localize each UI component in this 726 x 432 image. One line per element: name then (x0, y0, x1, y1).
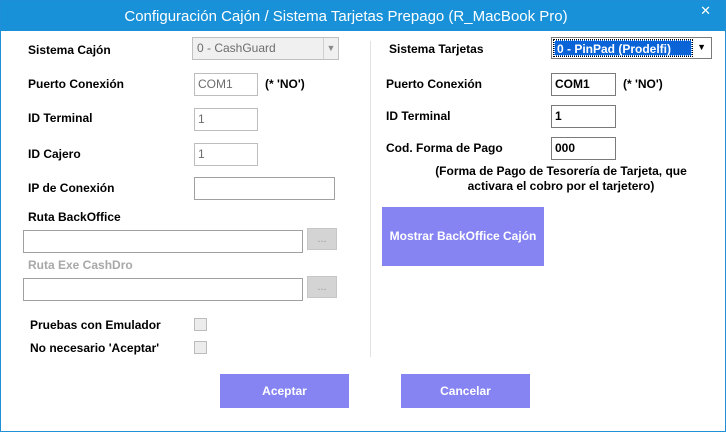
ip-conexion-label: IP de Conexión (28, 181, 115, 195)
ruta-exe-input[interactable] (23, 278, 303, 301)
forma-pago-label: Cod. Forma de Pago (386, 141, 503, 155)
id-terminal-tarjetas-input[interactable]: 1 (551, 105, 616, 128)
sistema-cajon-value: 0 - CashGuard (197, 41, 276, 55)
forma-pago-input[interactable]: 000 (551, 137, 616, 160)
puerto-conexion-tarjetas-label: Puerto Conexión (386, 77, 483, 91)
column-divider (370, 41, 371, 357)
sistema-tarjetas-select[interactable]: 0 - PinPad (Prodelfi) ▼ (551, 37, 712, 59)
config-window: Configuración Cajón / Sistema Tarjetas P… (0, 0, 726, 432)
ruta-backoffice-label: Ruta BackOffice (28, 210, 121, 224)
title-bar: Configuración Cajón / Sistema Tarjetas P… (1, 1, 725, 31)
close-icon[interactable]: ✕ (700, 1, 711, 21)
sistema-cajon-select[interactable]: 0 - CashGuard ▼ (192, 37, 339, 60)
forma-pago-note: (Forma de Pago de Tesorería de Tarjeta, … (421, 164, 701, 194)
forma-pago-note-line1: (Forma de Pago de Tesorería de Tarjeta, … (435, 164, 687, 178)
chevron-down-icon: ▼ (697, 42, 706, 52)
aceptar-button[interactable]: Aceptar (220, 374, 349, 408)
ip-conexion-input[interactable] (194, 177, 335, 200)
forma-pago-note-line2: activara el cobro por el tarjetero) (467, 179, 655, 193)
chevron-down-icon: ▼ (323, 38, 338, 59)
no-aceptar-checkbox[interactable] (194, 341, 207, 354)
sistema-tarjetas-value: 0 - PinPad (Prodelfi) (553, 39, 693, 57)
ruta-backoffice-input[interactable] (23, 230, 303, 253)
puerto-tarjetas-hint: (* 'NO') (623, 77, 663, 91)
id-cajero-label: ID Cajero (28, 147, 81, 161)
sistema-tarjetas-label: Sistema Tarjetas (389, 42, 484, 56)
id-terminal-tarjetas-label: ID Terminal (386, 109, 451, 123)
ruta-exe-label: Ruta Exe CashDro (28, 258, 133, 272)
sistema-cajon-label: Sistema Cajón (28, 43, 111, 57)
window-title: Configuración Cajón / Sistema Tarjetas P… (124, 8, 568, 25)
id-terminal-input[interactable]: 1 (194, 108, 258, 131)
puerto-hint: (* 'NO') (265, 77, 305, 91)
pruebas-emulador-checkbox[interactable] (194, 318, 207, 331)
pruebas-emulador-label: Pruebas con Emulador (30, 318, 161, 332)
puerto-conexion-tarjetas-input[interactable]: COM1 (551, 73, 616, 96)
puerto-conexion-input[interactable]: COM1 (194, 73, 258, 96)
puerto-conexion-label: Puerto Conexión (28, 77, 125, 91)
browse-backoffice-button[interactable]: ... (307, 228, 337, 250)
no-aceptar-label: No necesario 'Aceptar' (30, 341, 160, 355)
browse-exe-button[interactable]: ... (307, 276, 337, 298)
mostrar-backoffice-button[interactable]: Mostrar BackOffice Cajón (382, 207, 544, 266)
id-terminal-label: ID Terminal (28, 111, 93, 125)
cancelar-button[interactable]: Cancelar (401, 374, 530, 408)
id-cajero-input[interactable]: 1 (194, 143, 258, 166)
